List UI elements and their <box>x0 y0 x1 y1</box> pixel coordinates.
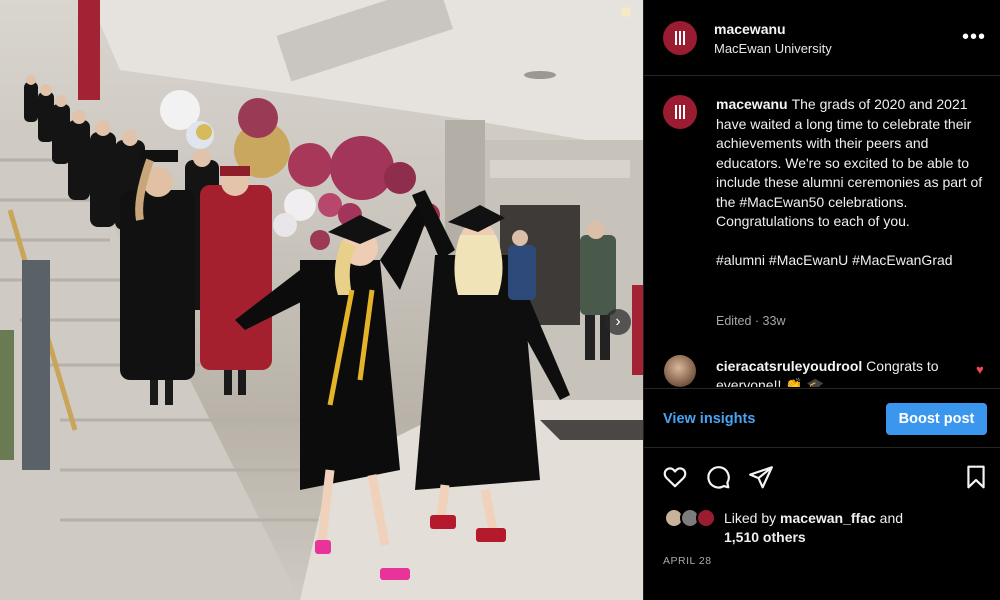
edited-timestamp: Edited · 33w <box>716 314 786 328</box>
liker-avatar[interactable] <box>696 508 716 528</box>
heart-icon[interactable] <box>662 464 688 490</box>
likes-text: Liked by macewan_ffac and 1,510 others <box>724 509 903 547</box>
likes-summary: Liked by macewan_ffac and 1,510 others <box>644 505 1000 555</box>
comment: cieracatsruleyoudrool Congrats to everyo… <box>716 357 971 387</box>
boost-post-button[interactable]: Boost post <box>886 403 987 435</box>
post-photo[interactable]: › <box>0 0 643 600</box>
macewan-logo-icon <box>675 31 685 45</box>
share-icon[interactable] <box>748 464 774 490</box>
account-avatar[interactable] <box>663 21 697 55</box>
liker-handle[interactable]: macewan_ffac <box>780 510 876 526</box>
likes-others-link[interactable]: 1,510 others <box>724 529 806 545</box>
post-sidebar: macewanu MacEwan University ••• macewanu… <box>643 0 1000 600</box>
post-header: macewanu MacEwan University ••• <box>644 0 1000 76</box>
caption-section: macewanu The grads of 2020 and 2021 have … <box>644 77 1000 387</box>
graduation-photo-illustration <box>0 0 643 600</box>
caption-avatar[interactable] <box>663 95 697 129</box>
macewan-logo-icon <box>675 105 685 119</box>
more-options-icon[interactable]: ••• <box>962 27 986 47</box>
caption-text: The grads of 2020 and 2021 have waited a… <box>716 96 983 229</box>
header-handle[interactable]: macewanu <box>714 21 786 37</box>
comment-handle[interactable]: cieracatsruleyoudrool <box>716 358 862 374</box>
caption-handle[interactable]: macewanu <box>716 96 788 112</box>
bookmark-icon[interactable] <box>963 464 989 490</box>
commenter-avatar[interactable] <box>664 355 696 387</box>
caption-hashtags[interactable]: #alumni #MacEwanU #MacEwanGrad <box>716 251 988 271</box>
post-actions <box>644 460 1000 496</box>
comment-icon[interactable] <box>705 464 731 490</box>
comment-like-icon[interactable]: ♥ <box>976 362 984 377</box>
header-account-name[interactable]: MacEwan University <box>714 41 832 56</box>
view-insights-link[interactable]: View insights <box>663 411 755 427</box>
likes-prefix: Liked by <box>724 510 781 526</box>
likes-middle: and <box>875 510 904 526</box>
post-date[interactable]: APRIL 28 <box>663 555 712 567</box>
post-caption: macewanu The grads of 2020 and 2021 have … <box>716 95 988 271</box>
chevron-right-icon: › <box>615 313 621 330</box>
insights-bar: View insights Boost post <box>644 388 1000 448</box>
next-photo-button[interactable]: › <box>605 309 631 335</box>
